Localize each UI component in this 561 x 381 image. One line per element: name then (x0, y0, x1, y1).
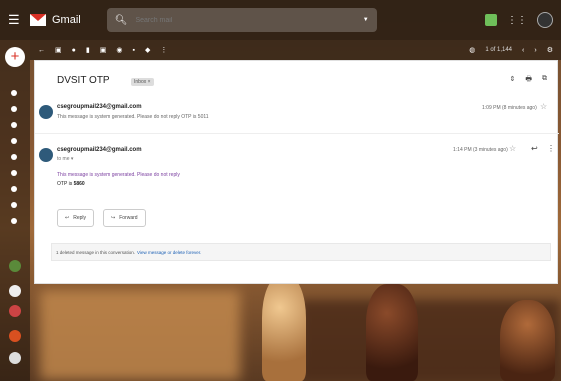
main-menu-icon[interactable]: ☰ (8, 12, 22, 28)
search-options-icon[interactable]: ▼ (363, 17, 369, 23)
delete-icon[interactable]: ▮ (86, 46, 90, 54)
more-icon[interactable]: ⋮ (160, 46, 167, 54)
hangouts-avatar[interactable] (9, 305, 21, 317)
message-time: 1:14 PM (3 minutes ago) (453, 147, 508, 153)
reply-button-label: Reply (73, 215, 86, 221)
move-to-icon[interactable]: ▪ (132, 47, 134, 54)
report-spam-icon[interactable]: ● (72, 47, 76, 54)
label-icon[interactable] (11, 186, 17, 192)
account-area: ⋮⋮ (485, 12, 553, 28)
drafts-icon[interactable] (11, 154, 17, 160)
view-deleted-link[interactable]: View message or delete forever. (137, 250, 201, 255)
background-board (40, 290, 240, 380)
expand-all-icon[interactable]: ⇕ (510, 75, 516, 86)
label-icon[interactable] (11, 218, 17, 224)
message-sender[interactable]: csegroupmail234@gmail.com (57, 104, 142, 110)
hangouts-avatar[interactable] (9, 352, 21, 364)
hangouts-avatar[interactable] (9, 285, 21, 297)
email-thread-card: DVSIT OTP Inbox × ⇕ 🖶︎ ⧉ csegroupmail234… (34, 60, 559, 284)
email-subject: DVSIT OTP (57, 75, 110, 86)
account-avatar[interactable] (537, 12, 553, 28)
print-icon[interactable]: 🖶︎ (525, 75, 532, 86)
message-sender[interactable]: csegroupmail234@gmail.com (57, 147, 142, 153)
sender-avatar (39, 105, 53, 119)
message-body-text: This message is system generated. Please… (57, 172, 180, 178)
pager-count: 1 of 1,144 (485, 47, 513, 53)
forward-button[interactable]: ↪ Forward (103, 209, 146, 227)
otp-line: OTP is 5860 (57, 181, 85, 187)
star-icon[interactable]: ☆ (509, 144, 516, 153)
reply-arrow-icon: ↩ (65, 215, 70, 221)
more-options-icon[interactable]: ⋮ (547, 144, 555, 153)
message-divider (35, 133, 559, 134)
search-icon[interactable]: 🔍︎ (115, 15, 128, 26)
pager-area: ◍ 1 of 1,144 ‹ › ⚙ (469, 46, 561, 55)
sender-avatar (39, 148, 53, 162)
message-toolbar: ← ▣ ● ▮ ▣ ◉ ▪ ◆ ⋮ ◍ 1 of 1,144 ‹ › ⚙ (30, 40, 561, 60)
message-time: 1:09 PM (8 minutes ago) (482, 105, 537, 111)
extension-icon[interactable] (485, 14, 497, 26)
inbox-icon[interactable] (11, 90, 17, 96)
gmail-logo-icon[interactable] (30, 14, 46, 26)
starred-icon[interactable] (11, 106, 17, 112)
search-box[interactable]: 🔍︎ ▼ (106, 8, 377, 32)
reply-button[interactable]: ↩ Reply (57, 209, 94, 227)
deleted-message-notice: 1 deleted message in this conversation. … (51, 243, 551, 261)
app-title: Gmail (52, 14, 81, 26)
snooze-icon[interactable]: ◉ (116, 46, 122, 54)
snoozed-icon[interactable] (11, 122, 17, 128)
chess-piece-right (500, 300, 555, 381)
reply-icon[interactable]: ↩ (531, 144, 538, 153)
next-page-icon[interactable]: › (534, 47, 536, 54)
hangouts-avatar[interactable] (9, 260, 21, 272)
deleted-notice-text: 1 deleted message in this conversation. (56, 249, 136, 255)
settings-icon[interactable]: ⚙ (547, 46, 553, 54)
archive-icon[interactable]: ▣ (55, 46, 62, 54)
back-arrow-icon[interactable]: ← (38, 47, 45, 54)
forward-arrow-icon: ↪ (111, 215, 116, 221)
otp-value: 5860 (73, 181, 85, 187)
chess-piece-light (262, 276, 306, 381)
otp-label: OTP is (57, 181, 73, 187)
compose-button[interactable]: + (5, 47, 25, 67)
label-icon[interactable] (11, 170, 17, 176)
forward-button-label: Forward (119, 215, 138, 221)
inbox-label-badge[interactable]: Inbox × (131, 78, 154, 86)
chess-piece-dark (366, 284, 418, 381)
message-snippet[interactable]: This message is system generated. Please… (57, 114, 209, 120)
search-input[interactable] (135, 16, 363, 24)
thread-actions: ⇕ 🖶︎ ⧉ (510, 75, 547, 86)
apps-grid-icon[interactable]: ⋮⋮ (507, 15, 527, 26)
labels-icon[interactable]: ◆ (145, 46, 150, 54)
top-bar: ☰ Gmail 🔍︎ ▼ ⋮⋮ (0, 0, 561, 40)
sent-icon[interactable] (11, 138, 17, 144)
new-window-icon[interactable]: ⧉ (542, 75, 547, 86)
input-tools-icon[interactable]: ◍ (469, 46, 475, 54)
recipient-details[interactable]: to me ▾ (57, 156, 73, 162)
prev-page-icon[interactable]: ‹ (522, 47, 524, 54)
label-icon[interactable] (11, 202, 17, 208)
star-icon[interactable]: ☆ (540, 102, 547, 111)
hangouts-avatar[interactable] (9, 330, 21, 342)
mark-unread-icon[interactable]: ▣ (100, 46, 107, 54)
